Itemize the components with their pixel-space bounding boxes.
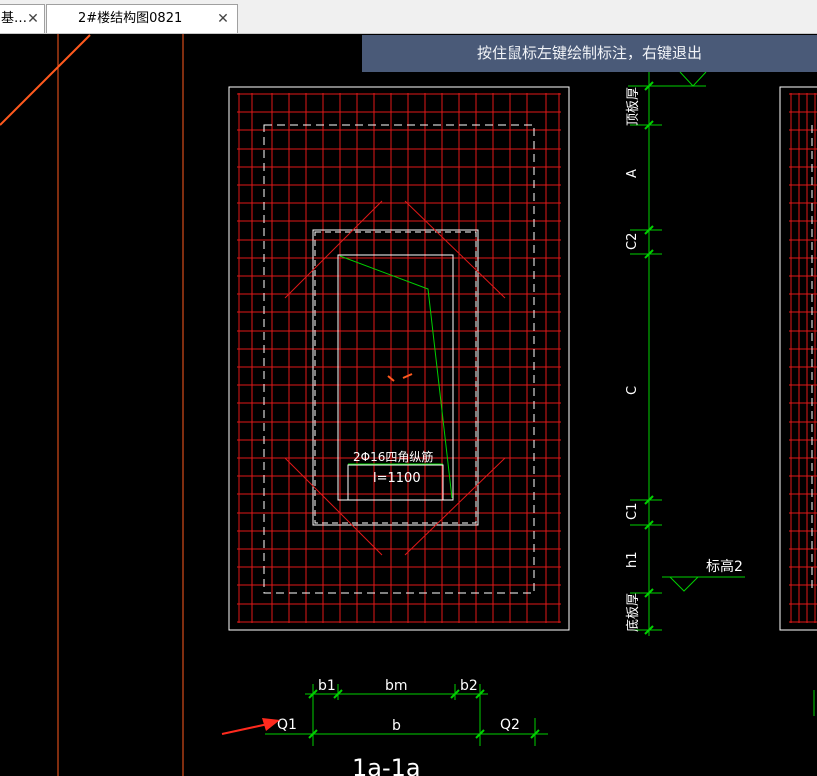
vertical-dimension-labels: 顶板厚 A C2 C C1 h1 底板厚 [625, 87, 641, 632]
elevation-label: 标高2 [706, 558, 743, 575]
dim-label-bm: bm [385, 678, 408, 694]
corner-rebars [284, 200, 506, 556]
dim-label-a: A [625, 169, 640, 178]
dim-label-q1: Q1 [277, 717, 297, 733]
rebar-label: 2Φ16四角纵筋 [353, 449, 433, 464]
dim-label-b2: b2 [460, 678, 478, 694]
dim-label-b: b [392, 718, 401, 734]
dim-label-c: C [625, 386, 640, 395]
close-icon[interactable]: ✕ [215, 5, 231, 33]
right-section-grid [789, 93, 817, 623]
vertical-dimension [628, 71, 745, 636]
close-icon[interactable]: ✕ [25, 5, 41, 33]
status-tooltip: 按住鼠标左键绘制标注，右键退出 [362, 35, 817, 72]
section-title: 1a-1a [352, 754, 421, 776]
tab-foundation[interactable]: 基… ✕ [0, 4, 45, 33]
dim-label-q2: Q2 [500, 717, 520, 733]
tab-structure-drawing[interactable]: 2#楼结构图0821 ✕ [46, 4, 238, 33]
arrow-icon [221, 718, 280, 735]
dim-label-b1: b1 [318, 678, 336, 694]
dim-label-top-plate: 顶板厚 [626, 87, 641, 126]
length-label: l=1100 [373, 471, 421, 486]
dim-label-bottom-plate: 底板厚 [625, 593, 641, 632]
dim-label-h1: h1 [625, 551, 640, 568]
orange-guides [0, 34, 184, 776]
tab-label: 2#楼结构图0821 [78, 11, 183, 26]
dim-label-c1: C1 [625, 503, 640, 520]
tab-bar: 基… ✕ 2#楼结构图0821 ✕ [0, 0, 817, 34]
cad-canvas[interactable]: 2Φ16四角纵筋 l=1100 顶板厚 A C2 C C1 h1 底板厚 标高2… [0, 34, 817, 776]
dim-label-c2: C2 [625, 233, 640, 250]
tab-label: 基… [1, 11, 28, 26]
section-rebar-grid [237, 93, 561, 623]
